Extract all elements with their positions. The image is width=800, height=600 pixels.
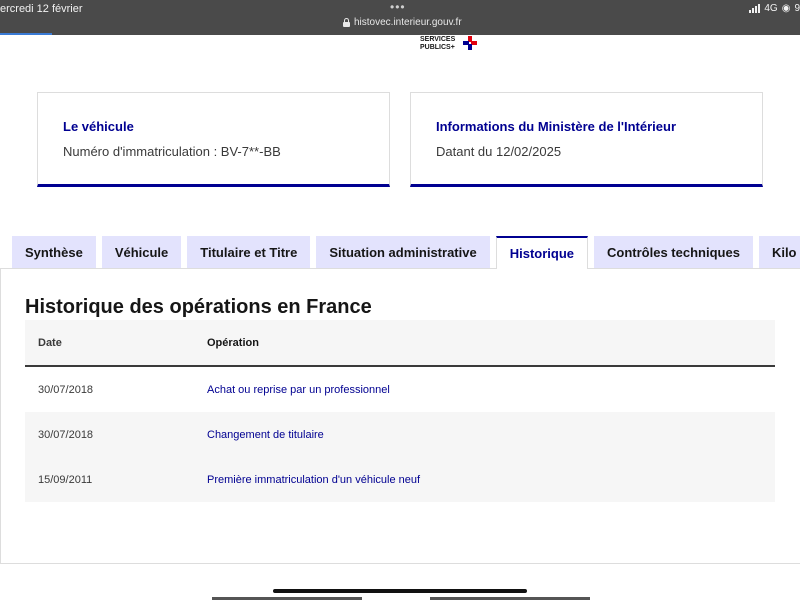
ministry-card-value: Datant du 12/02/2025 — [436, 144, 562, 159]
more-dots-icon[interactable]: ••• — [390, 0, 406, 14]
history-table: Date Opération 30/07/2018 Achat ou repri… — [25, 320, 775, 502]
tab-controles-techniques[interactable]: Contrôles techniques — [594, 236, 753, 268]
address-url: histovec.interieur.gouv.fr — [354, 17, 462, 28]
row-date: 30/07/2018 — [38, 428, 94, 441]
page-load-progress — [0, 33, 52, 35]
lock-icon — [343, 18, 350, 27]
wifi-icon: ◉ — [781, 3, 791, 14]
ministry-card: Informations du Ministère de l'Intérieur… — [410, 92, 763, 187]
tab-kilometrage[interactable]: Kilo — [758, 236, 800, 268]
column-header-operation: Opération — [207, 336, 259, 349]
vehicle-card: Le véhicule Numéro d'immatriculation : B… — [37, 92, 390, 187]
services-publics-logo[interactable]: SERVICES PUBLICS+ — [420, 36, 455, 52]
column-header-date: Date — [38, 336, 62, 349]
row-operation: Première immatriculation d'un véhicule n… — [207, 473, 421, 486]
ministry-card-title: Informations du Ministère de l'Intérieur — [436, 119, 677, 134]
tab-titulaire-et-titre[interactable]: Titulaire et Titre — [187, 236, 311, 268]
vehicle-card-value: Numéro d'immatriculation : BV-7**-BB — [63, 144, 281, 159]
status-indicators: 4G ◉ 9 — [749, 3, 800, 14]
network-label: 4G — [764, 3, 778, 14]
battery-label: 9 — [794, 3, 800, 14]
home-indicator[interactable] — [273, 589, 527, 593]
tab-historique[interactable]: Historique — [495, 236, 589, 269]
row-date: 30/07/2018 — [38, 383, 94, 396]
status-date: ercredi 12 février — [0, 3, 83, 15]
table-row: 30/07/2018 Changement de titulaire — [25, 412, 775, 457]
logo-line2: PUBLICS+ — [420, 44, 455, 51]
logo-line1: SERVICES — [420, 36, 456, 43]
table-row: 15/09/2011 Première immatriculation d'un… — [25, 457, 775, 502]
tab-synthese[interactable]: Synthèse — [12, 236, 96, 268]
table-row: 30/07/2018 Achat ou reprise par un profe… — [25, 367, 775, 412]
tab-bar: Synthèse Véhicule Titulaire et Titre Sit… — [12, 236, 800, 269]
row-operation: Achat ou reprise par un professionnel — [207, 383, 390, 396]
vehicle-card-title: Le véhicule — [63, 119, 134, 134]
row-date: 15/09/2011 — [38, 473, 93, 486]
signal-icon — [749, 4, 761, 13]
tab-vehicule[interactable]: Véhicule — [101, 236, 182, 268]
address-bar[interactable]: histovec.interieur.gouv.fr — [343, 17, 462, 28]
tab-situation-administrative[interactable]: Situation administrative — [316, 236, 490, 268]
section-title: Historique des opérations en France — [25, 296, 372, 318]
row-operation: Changement de titulaire — [207, 428, 324, 441]
table-header: Date Opération — [25, 320, 775, 367]
browser-status-bar: ercredi 12 février ••• histovec.interieu… — [0, 0, 800, 35]
logo-cross-icon — [463, 36, 477, 50]
